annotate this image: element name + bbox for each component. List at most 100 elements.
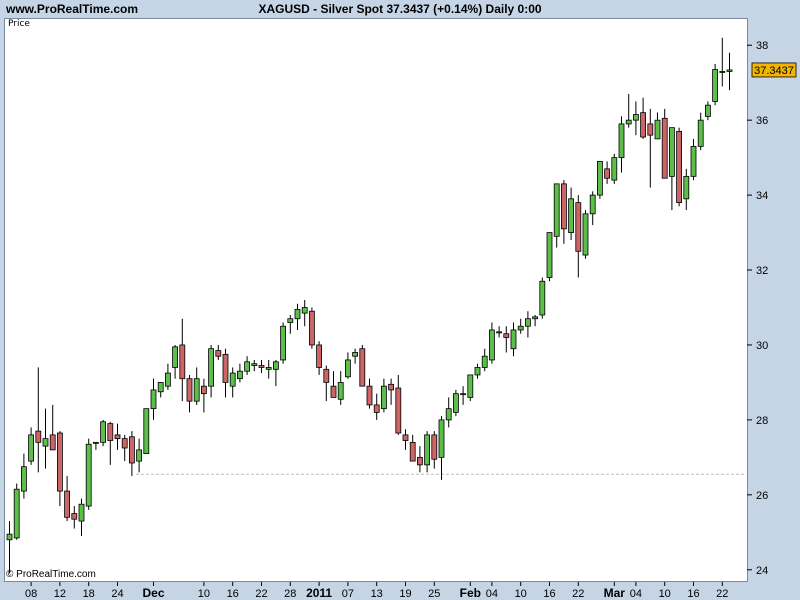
candle-body (460, 393, 467, 396)
candle (611, 153, 618, 184)
candle (553, 183, 560, 248)
candle-body (344, 359, 351, 378)
candle-body (431, 434, 438, 460)
y-tick-label: 36 (756, 115, 768, 127)
candle-body (359, 348, 366, 387)
x-tick-label: 04 (630, 588, 642, 600)
candle (107, 421, 114, 465)
candle (474, 363, 481, 379)
candle (604, 161, 610, 184)
candle-body (114, 434, 121, 440)
candle-body (604, 168, 610, 179)
candle (539, 277, 546, 319)
candle-body (179, 344, 186, 380)
candle-body (186, 378, 193, 402)
candle-body (597, 160, 603, 196)
candle (561, 180, 567, 244)
candle-body (258, 365, 265, 368)
candle (510, 322, 517, 357)
candle (308, 307, 315, 349)
candle (618, 116, 625, 173)
candle (222, 348, 229, 398)
candle-body (143, 408, 150, 455)
candle (208, 344, 215, 398)
candle (193, 367, 200, 405)
candle (395, 374, 402, 435)
candle (712, 63, 718, 106)
candle-body (215, 350, 222, 357)
candle (517, 318, 524, 334)
candle (258, 359, 265, 374)
candle (57, 431, 63, 507)
candle (157, 382, 164, 398)
candle (344, 352, 351, 379)
candle (78, 498, 85, 537)
candle-body (280, 325, 287, 361)
candle-body (496, 331, 503, 334)
x-tick-label: 22 (255, 588, 267, 600)
candlestick-chart[interactable]: 24 26 28 30 32 34 36 38 08 12 18 24 Dec 10 16 22 28 2011… (0, 0, 800, 600)
candle-body (669, 127, 675, 177)
candle-body (200, 385, 207, 395)
x-tick-label: 28 (284, 588, 296, 600)
candle-body (100, 421, 106, 443)
candle (424, 431, 431, 473)
x-tick-label: 16 (543, 588, 555, 600)
candle (445, 397, 452, 428)
candle-body (121, 438, 128, 449)
candle (114, 423, 121, 450)
candle (49, 404, 56, 451)
candle (35, 367, 42, 473)
x-tick-label: 18 (83, 588, 95, 600)
candle-body (330, 385, 337, 398)
y-tick-label: 38 (756, 40, 768, 52)
candle (452, 389, 459, 417)
candle (20, 453, 27, 499)
candle-body (575, 202, 582, 252)
candle (136, 438, 143, 473)
candle (28, 427, 35, 465)
candle-body (532, 316, 538, 320)
candle (409, 434, 416, 462)
x-tick-label: 24 (111, 588, 123, 600)
candle (179, 318, 186, 402)
x-tick-label: 04 (486, 588, 498, 600)
candle-body (539, 280, 546, 316)
x-tick-label: Mar (604, 586, 626, 600)
candle-body (445, 408, 452, 421)
candle (633, 101, 639, 136)
last-price-marker: 37.3437 (751, 62, 797, 78)
candle-body (136, 449, 143, 462)
candle-body (633, 114, 639, 121)
candle-body (172, 346, 179, 368)
candle-body (452, 393, 459, 413)
last-price-label: 37.3437 (754, 65, 794, 77)
x-tick-label: 22 (572, 588, 584, 600)
candle (525, 311, 531, 338)
candle-body (625, 119, 632, 125)
x-tick-label: 25 (428, 588, 440, 600)
x-tick-label: 08 (25, 588, 37, 600)
candle-body (474, 367, 481, 376)
candle-body (13, 488, 20, 539)
candle-body (589, 194, 596, 215)
x-tick-label: Dec (142, 586, 164, 600)
candle (265, 359, 272, 379)
candle (316, 341, 323, 375)
candle (647, 108, 654, 188)
candle-body (683, 175, 690, 200)
x-tick-label: 2011 (306, 586, 332, 600)
candle (13, 483, 20, 540)
x-tick-label: 07 (342, 588, 354, 600)
candle (186, 374, 193, 413)
candle (488, 322, 495, 364)
candle (467, 374, 474, 402)
candle (42, 408, 49, 469)
candle (402, 429, 409, 450)
candle (589, 191, 596, 226)
candle (726, 52, 733, 91)
candle-body (150, 389, 157, 410)
candle-body (308, 310, 315, 346)
candle-body (467, 374, 474, 398)
candle (100, 419, 106, 447)
